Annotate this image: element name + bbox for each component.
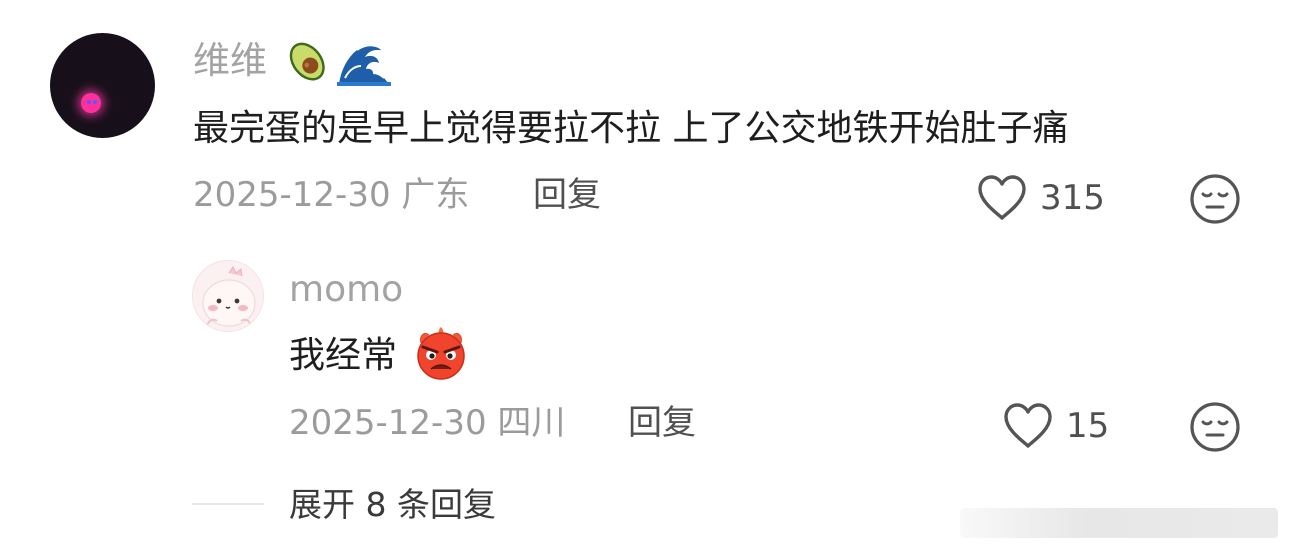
reply-button[interactable]: 回复	[533, 178, 601, 212]
reply-reply-button[interactable]: 回复	[628, 406, 696, 440]
heart-outline-icon[interactable]	[976, 174, 1028, 222]
heart-outline-icon[interactable]	[1002, 402, 1054, 450]
comment-meta: 2025-12-30 广东	[193, 178, 469, 212]
like-count: 315	[1040, 178, 1105, 218]
reply-text: 我经常	[289, 335, 398, 376]
comment-location: 广东	[401, 175, 470, 215]
comment-text: 最完蛋的是早上觉得要拉不拉 上了公交地铁开始肚子痛	[193, 108, 1069, 149]
reply-avatar[interactable]	[192, 260, 264, 332]
neutral-face-icon[interactable]	[1189, 173, 1241, 225]
avatar[interactable]	[50, 33, 155, 138]
neutral-face-icon[interactable]	[1189, 401, 1241, 453]
expand-replies-button[interactable]: 展开 8 条回复	[289, 488, 496, 521]
reply-username[interactable]: momo	[289, 272, 403, 308]
reply-like-count: 15	[1066, 406, 1110, 446]
comment-date: 2025-12-30	[193, 175, 391, 215]
reply-date: 2025-12-30	[289, 403, 487, 443]
angry-face-emoji-icon	[413, 325, 469, 381]
reply-location: 四川	[497, 403, 566, 443]
avatar-glow	[81, 93, 101, 113]
expand-divider	[192, 503, 264, 505]
blurred-overlay	[960, 508, 1278, 538]
comment-username[interactable]: 维维	[193, 42, 267, 79]
avocado-emoji-icon	[280, 34, 332, 86]
reply-meta: 2025-12-30 四川	[289, 406, 565, 440]
wave-emoji-icon	[337, 40, 391, 86]
